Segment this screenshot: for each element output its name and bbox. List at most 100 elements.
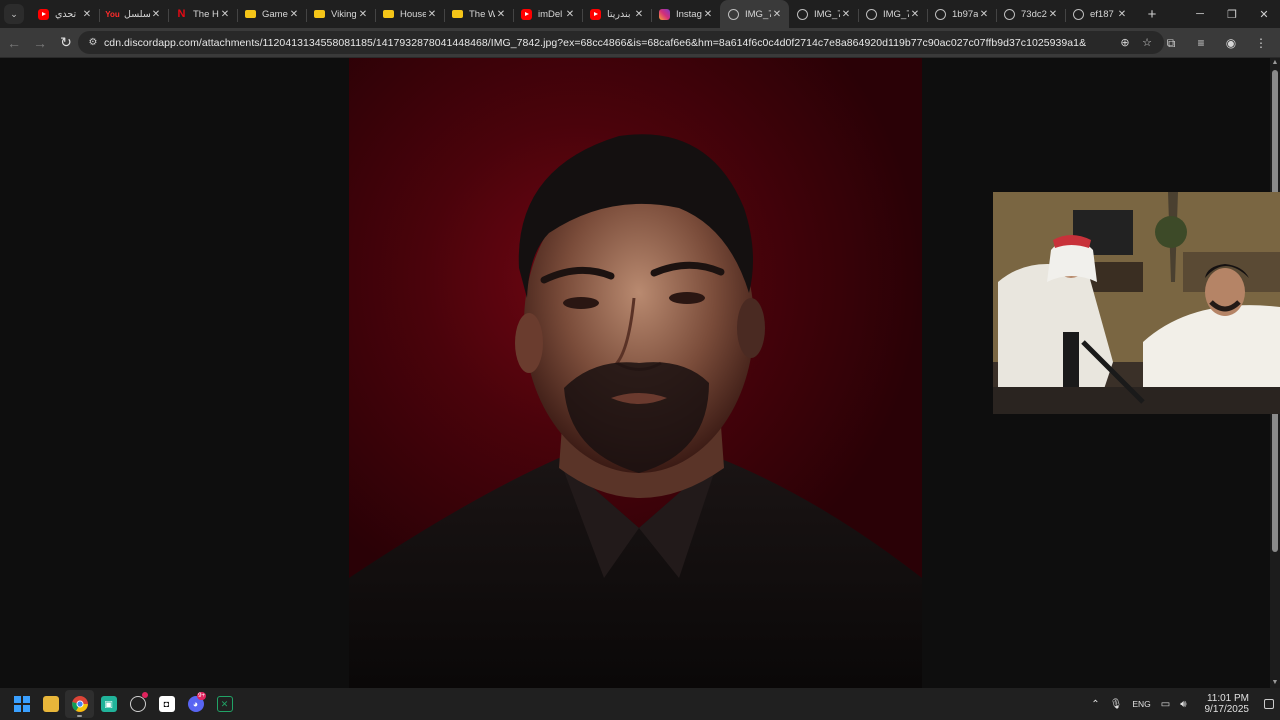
tab-5[interactable]: House ✕ bbox=[375, 2, 444, 26]
tab-title: House bbox=[400, 8, 426, 20]
tab-4[interactable]: Viking ✕ bbox=[306, 2, 375, 26]
close-tab-icon[interactable]: ✕ bbox=[978, 9, 990, 20]
folder-icon bbox=[42, 696, 59, 712]
globe-icon bbox=[797, 8, 808, 20]
volume-icon[interactable]: 🔊︎ bbox=[1180, 699, 1186, 710]
notification-center-icon[interactable] bbox=[1264, 699, 1274, 709]
close-tab-icon[interactable]: ✕ bbox=[771, 9, 783, 20]
close-tab-icon[interactable]: ✕ bbox=[426, 9, 438, 20]
window-controls: ─ ❐ ✕ bbox=[1184, 0, 1280, 28]
profile-icon[interactable]: ◉ bbox=[1216, 31, 1246, 55]
forward-button[interactable]: → bbox=[28, 31, 52, 55]
picture-in-picture-video[interactable] bbox=[993, 192, 1280, 414]
close-tab-icon[interactable]: ✕ bbox=[1116, 9, 1128, 20]
tab-13[interactable]: 1b97a ✕ bbox=[927, 2, 996, 26]
globe-icon bbox=[1004, 8, 1015, 20]
portrait-illustration bbox=[349, 134, 922, 688]
back-button[interactable]: ← bbox=[2, 31, 26, 55]
tab-15[interactable]: ef187 ✕ bbox=[1065, 2, 1134, 26]
tab-title: 73dc2 bbox=[1021, 8, 1047, 20]
tab-title: 1b97a bbox=[952, 8, 978, 20]
close-tab-icon[interactable]: ✕ bbox=[564, 9, 576, 20]
taskbar-app-refresh[interactable] bbox=[123, 690, 152, 718]
chrome-icon bbox=[71, 696, 88, 712]
taskbar-discord[interactable]: ◕ 9+ bbox=[181, 690, 210, 718]
tab-title: The H bbox=[193, 8, 219, 20]
chevron-down-icon: ⌄ bbox=[10, 8, 18, 19]
tab-1[interactable]: You مسلسل✕ bbox=[99, 2, 168, 26]
bookmark-star-icon[interactable]: ☆ bbox=[1136, 36, 1158, 49]
tab-7[interactable]: imDel ✕ bbox=[513, 2, 582, 26]
portrait-image[interactable] bbox=[349, 58, 922, 688]
globe-icon bbox=[935, 8, 946, 20]
lock-app-icon: ◘ bbox=[158, 696, 175, 712]
close-tab-icon[interactable]: ✕ bbox=[357, 9, 369, 20]
zoom-icon[interactable]: ⊕ bbox=[1114, 36, 1136, 49]
scroll-up-arrow-icon[interactable]: ▲ bbox=[1270, 58, 1280, 68]
clock-date: 9/17/2025 bbox=[1204, 704, 1250, 715]
tab-14[interactable]: 73dc2 ✕ bbox=[996, 2, 1065, 26]
tab-8[interactable]: بندريتا ✕ bbox=[582, 2, 651, 26]
taskbar-app-lock[interactable]: ◘ bbox=[152, 690, 181, 718]
close-window-button[interactable]: ✕ bbox=[1248, 0, 1280, 28]
tab-title: imDel bbox=[538, 8, 563, 20]
restore-button[interactable]: ❐ bbox=[1216, 0, 1248, 28]
taskbar-app-teal[interactable]: ▣ bbox=[94, 690, 123, 718]
media-controls-icon[interactable]: ≡ bbox=[1186, 31, 1216, 55]
tray-overflow-chevron-icon[interactable]: ⌃ bbox=[1091, 699, 1099, 710]
microphone-icon[interactable]: 🎙︎ bbox=[1110, 699, 1123, 710]
tab-0[interactable]: تحدي ✕ bbox=[30, 2, 99, 26]
tab-search-button[interactable]: ⌄ bbox=[4, 4, 24, 24]
tab-6[interactable]: The W ✕ bbox=[444, 2, 513, 26]
url-text[interactable]: cdn.discordapp.com/attachments/112041313… bbox=[104, 37, 1114, 49]
tab-title: IMG_7 bbox=[814, 8, 840, 20]
tab-title: Instag bbox=[676, 8, 702, 20]
menu-kebab-icon[interactable]: ⋮ bbox=[1246, 31, 1276, 55]
scroll-down-arrow-icon[interactable]: ▼ bbox=[1270, 678, 1280, 688]
new-tab-button[interactable]: + bbox=[1142, 4, 1162, 24]
clock[interactable]: 11:01 PM 9/17/2025 bbox=[1200, 693, 1255, 715]
tab-title: مسلسل bbox=[124, 8, 150, 20]
start-button[interactable] bbox=[7, 690, 36, 718]
restore-icon: ❐ bbox=[1227, 8, 1237, 21]
youtube-icon bbox=[590, 8, 601, 20]
close-tab-icon[interactable]: ✕ bbox=[495, 9, 507, 20]
language-indicator[interactable]: ENG bbox=[1132, 699, 1150, 709]
close-icon: ✕ bbox=[1259, 8, 1269, 21]
close-tab-icon[interactable]: ✕ bbox=[81, 9, 93, 20]
store-app-icon: ▣ bbox=[100, 696, 117, 712]
taskbar-file-explorer[interactable] bbox=[36, 690, 65, 718]
tab-title: Game bbox=[262, 8, 288, 20]
close-tab-icon[interactable]: ✕ bbox=[288, 9, 300, 20]
close-tab-icon[interactable]: ✕ bbox=[702, 9, 714, 20]
tab-12[interactable]: IMG_7 ✕ bbox=[858, 2, 927, 26]
close-tab-icon[interactable]: ✕ bbox=[219, 9, 231, 20]
excel-icon: ✕ bbox=[216, 696, 233, 712]
minimize-button[interactable]: ─ bbox=[1184, 0, 1216, 28]
tab-title: IMG_7 bbox=[745, 8, 771, 20]
close-tab-icon[interactable]: ✕ bbox=[840, 9, 852, 20]
tab-title: Viking bbox=[331, 8, 357, 20]
globe-icon bbox=[866, 8, 877, 20]
tab-strip: ⌄ تحدي✕Youمسلسل✕NThe H✕Game✕Viking✕House… bbox=[0, 0, 1280, 28]
extensions-icon[interactable]: ⧉ bbox=[1156, 31, 1186, 55]
reload-button[interactable]: ↻ bbox=[54, 31, 78, 55]
tab-9[interactable]: Instag ✕ bbox=[651, 2, 720, 26]
tab-2[interactable]: N The H ✕ bbox=[168, 2, 237, 26]
youtube-icon bbox=[38, 8, 49, 20]
windows-logo-icon bbox=[13, 696, 30, 712]
taskbar-chrome[interactable] bbox=[65, 690, 94, 718]
tab-3[interactable]: Game ✕ bbox=[237, 2, 306, 26]
close-tab-icon[interactable]: ✕ bbox=[1047, 9, 1059, 20]
netflix-icon: N bbox=[177, 8, 186, 20]
tab-10[interactable]: IMG_7 ✕ bbox=[720, 0, 789, 28]
tab-title: The W bbox=[469, 8, 495, 20]
network-icon[interactable]: ▭ bbox=[1161, 699, 1170, 710]
tab-11[interactable]: IMG_7 ✕ bbox=[789, 2, 858, 26]
address-bar[interactable]: ⚙ cdn.discordapp.com/attachments/1120413… bbox=[78, 31, 1164, 54]
close-tab-icon[interactable]: ✕ bbox=[909, 9, 921, 20]
taskbar-excel[interactable]: ✕ bbox=[210, 690, 239, 718]
close-tab-icon[interactable]: ✕ bbox=[633, 9, 645, 20]
site-info-icon[interactable]: ⚙ bbox=[84, 37, 102, 48]
close-tab-icon[interactable]: ✕ bbox=[150, 9, 162, 20]
